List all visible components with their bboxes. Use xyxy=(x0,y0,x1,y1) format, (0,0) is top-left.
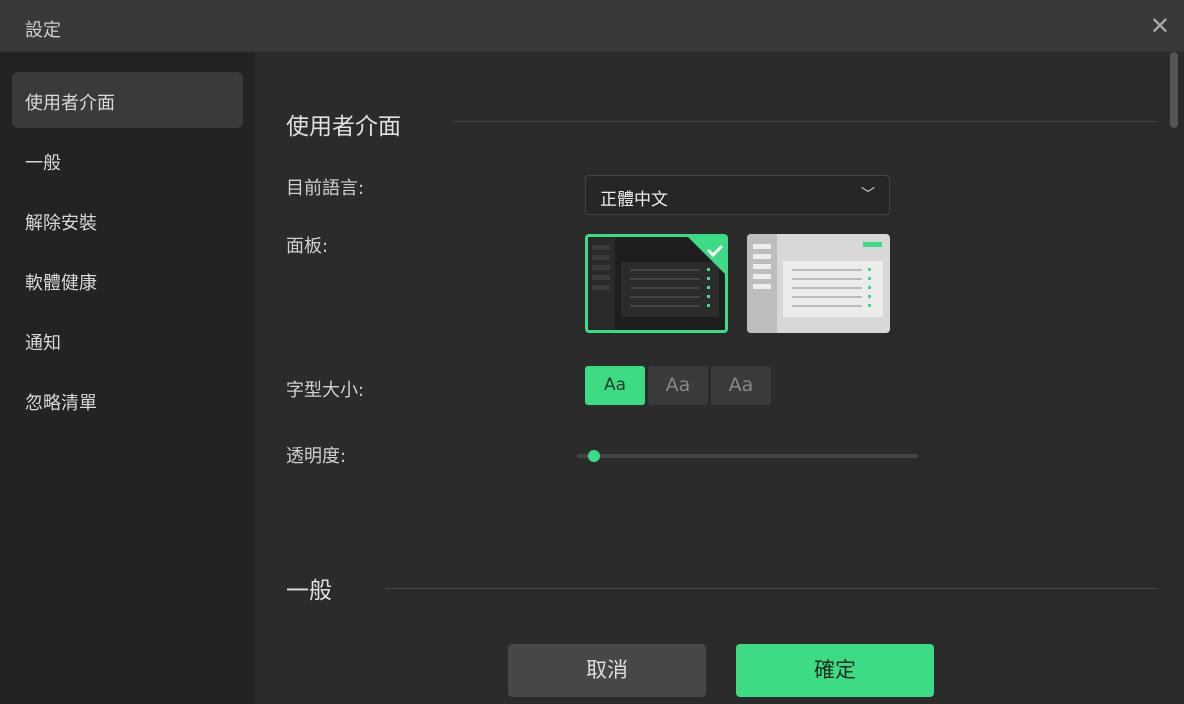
divider xyxy=(452,121,1157,122)
settings-content: 使用者介面 目前語言: 正體中文 ﹀ 面板: 字型大小: Aa Aa Aa 透明… xyxy=(255,52,1184,704)
divider xyxy=(385,588,1157,589)
opacity-label: 透明度: xyxy=(286,446,347,467)
sidebar: 使用者介面 一般 解除安裝 軟體健康 通知 忽略清單 xyxy=(0,52,255,704)
light-theme-preview-icon xyxy=(747,234,883,333)
font-size-medium-button[interactable]: Aa xyxy=(648,366,708,405)
opacity-slider[interactable] xyxy=(577,450,918,462)
section-title-ui: 使用者介面 xyxy=(286,114,401,140)
sidebar-item-general[interactable]: 一般 xyxy=(12,132,243,188)
ok-button[interactable]: 確定 xyxy=(736,644,934,697)
sidebar-item-uninstall[interactable]: 解除安裝 xyxy=(12,192,243,248)
section-title-general: 一般 xyxy=(286,578,332,604)
panel-label: 面板: xyxy=(286,236,329,257)
sidebar-item-ignore-list[interactable]: 忽略清單 xyxy=(12,372,243,428)
sidebar-item-software-health[interactable]: 軟體健康 xyxy=(12,252,243,308)
font-size-label: 字型大小: xyxy=(286,380,365,401)
theme-dark-option[interactable] xyxy=(585,234,728,333)
close-icon[interactable]: ✕ xyxy=(1150,12,1170,40)
window-title: 設定 xyxy=(25,20,61,41)
title-bar: 設定 ✕ xyxy=(0,0,1184,52)
font-size-large-button[interactable]: Aa xyxy=(711,366,771,405)
dark-theme-preview-icon xyxy=(588,237,725,330)
cancel-button[interactable]: 取消 xyxy=(508,644,706,697)
scrollbar[interactable] xyxy=(1170,52,1178,128)
chevron-down-icon: ﹀ xyxy=(861,187,875,203)
sidebar-item-notifications[interactable]: 通知 xyxy=(12,312,243,368)
language-label: 目前語言: xyxy=(286,178,365,199)
opacity-slider-handle[interactable] xyxy=(588,450,601,462)
language-value: 正體中文 xyxy=(600,190,668,210)
language-select[interactable]: 正體中文 ﹀ xyxy=(585,175,890,215)
font-size-small-button[interactable]: Aa xyxy=(585,366,645,405)
sidebar-item-ui[interactable]: 使用者介面 xyxy=(12,72,243,128)
theme-light-option[interactable] xyxy=(747,234,890,333)
